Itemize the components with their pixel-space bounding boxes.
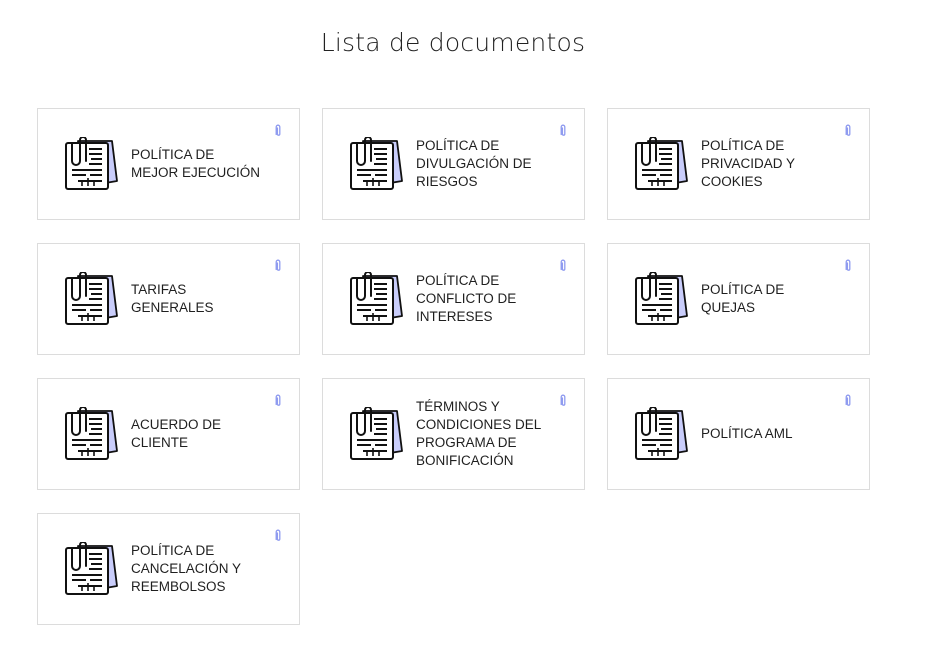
document-title: POLÍTICA DE MEJOR EJECUCIÓN	[131, 147, 261, 180]
document-title: POLÍTICA AML	[701, 426, 793, 441]
document-card[interactable]: POLÍTICA DE CONFLICTO DE INTERESES	[322, 243, 585, 355]
document-title: POLÍTICA DE CANCELACIÓN Y REEMBOLSOS	[131, 543, 242, 594]
document-icon	[634, 272, 688, 328]
document-card[interactable]: TÉRMINOS Y CONDICIONES DEL PROGRAMA DE B…	[322, 378, 585, 490]
document-icon	[349, 407, 403, 463]
document-title: POLÍTICA DE CONFLICTO DE INTERESES	[416, 273, 517, 324]
document-title: ACUERDO DE CLIENTE	[131, 417, 222, 450]
document-icon	[64, 407, 118, 463]
document-icon	[64, 272, 118, 328]
document-icon	[634, 407, 688, 463]
document-title: POLÍTICA DE PRIVACIDAD Y COOKIES	[701, 138, 796, 189]
document-title: TARIFAS GENERALES	[131, 282, 214, 315]
document-icon	[64, 542, 118, 598]
document-list: POLÍTICA DE MEJOR EJECUCIÓN POLÍTICA DE …	[37, 108, 870, 625]
document-card[interactable]: POLÍTICA DE DIVULGACIÓN DE RIESGOS	[322, 108, 585, 220]
paperclip-icon	[274, 124, 282, 137]
paperclip-icon	[844, 259, 852, 272]
document-card[interactable]: TARIFAS GENERALES	[37, 243, 300, 355]
document-icon	[349, 137, 403, 193]
paperclip-icon	[559, 259, 567, 272]
document-card[interactable]: POLÍTICA DE PRIVACIDAD Y COOKIES	[607, 108, 870, 220]
document-card[interactable]: POLÍTICA DE CANCELACIÓN Y REEMBOLSOS	[37, 513, 300, 625]
paperclip-icon	[844, 394, 852, 407]
document-card[interactable]: POLÍTICA DE QUEJAS	[607, 243, 870, 355]
paperclip-icon	[274, 259, 282, 272]
paperclip-icon	[559, 124, 567, 137]
document-card[interactable]: POLÍTICA AML	[607, 378, 870, 490]
document-card[interactable]: ACUERDO DE CLIENTE	[37, 378, 300, 490]
document-title: POLÍTICA DE DIVULGACIÓN DE RIESGOS	[416, 138, 532, 189]
document-title: TÉRMINOS Y CONDICIONES DEL PROGRAMA DE B…	[416, 399, 542, 468]
page-title: Lista de documentos	[320, 28, 586, 57]
document-card[interactable]: POLÍTICA DE MEJOR EJECUCIÓN	[37, 108, 300, 220]
document-title: POLÍTICA DE QUEJAS	[701, 282, 785, 315]
paperclip-icon	[844, 124, 852, 137]
paperclip-icon	[274, 394, 282, 407]
document-icon	[349, 272, 403, 328]
paperclip-icon	[559, 394, 567, 407]
paperclip-icon	[274, 529, 282, 542]
document-icon	[64, 137, 118, 193]
document-icon	[634, 137, 688, 193]
